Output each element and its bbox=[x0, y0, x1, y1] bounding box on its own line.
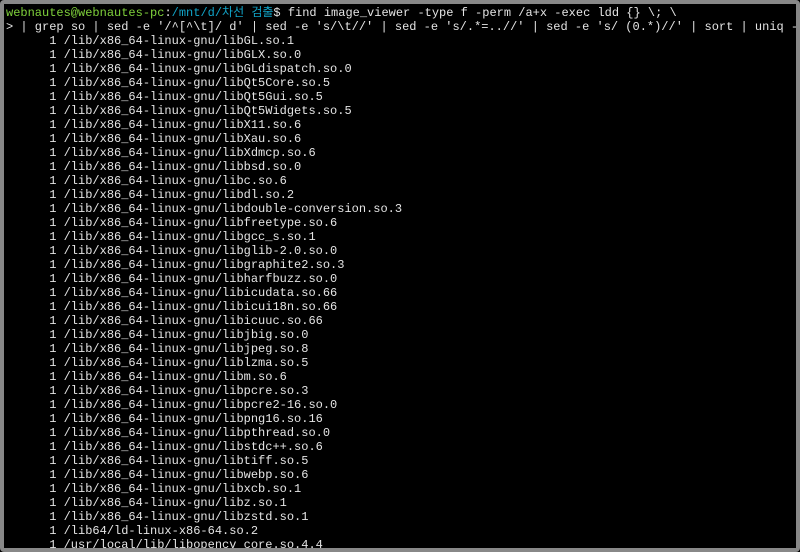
output-line: 1 /lib64/ld-linux-x86-64.so.2 bbox=[6, 524, 794, 538]
output-line: 1 /lib/x86_64-linux-gnu/libpng16.so.16 bbox=[6, 412, 794, 426]
output-line: 1 /lib/x86_64-linux-gnu/libpcre.so.3 bbox=[6, 384, 794, 398]
output-line: 1 /lib/x86_64-linux-gnu/libXdmcp.so.6 bbox=[6, 146, 794, 160]
output-line: 1 /lib/x86_64-linux-gnu/libgraphite2.so.… bbox=[6, 258, 794, 272]
output-line: 1 /lib/x86_64-linux-gnu/libzstd.so.1 bbox=[6, 510, 794, 524]
output-line: 1 /lib/x86_64-linux-gnu/libjbig.so.0 bbox=[6, 328, 794, 342]
output-line: 1 /usr/local/lib/libopencv_core.so.4.4 bbox=[6, 538, 794, 552]
output-line: 1 /lib/x86_64-linux-gnu/libGL.so.1 bbox=[6, 34, 794, 48]
command-text bbox=[281, 6, 288, 20]
output-line: 1 /lib/x86_64-linux-gnu/libfreetype.so.6 bbox=[6, 216, 794, 230]
prompt-line-2: > | grep so | sed -e '/^[^\t]/ d' | sed … bbox=[6, 20, 794, 34]
output-line: 1 /lib/x86_64-linux-gnu/libm.so.6 bbox=[6, 370, 794, 384]
output-line: 1 /lib/x86_64-linux-gnu/libpthread.so.0 bbox=[6, 426, 794, 440]
output-line: 1 /lib/x86_64-linux-gnu/libXau.so.6 bbox=[6, 132, 794, 146]
output-line: 1 /lib/x86_64-linux-gnu/liblzma.so.5 bbox=[6, 356, 794, 370]
command-text-value: find image_viewer -type f -perm /a+x -ex… bbox=[288, 6, 677, 20]
output-line: 1 /lib/x86_64-linux-gnu/libGLX.so.0 bbox=[6, 48, 794, 62]
output-line: 1 /lib/x86_64-linux-gnu/libbsd.so.0 bbox=[6, 160, 794, 174]
continuation-command: | grep so | sed -e '/^[^\t]/ d' | sed -e… bbox=[13, 20, 800, 34]
output-line: 1 /lib/x86_64-linux-gnu/libdl.so.2 bbox=[6, 188, 794, 202]
terminal-window[interactable]: webnautes@webnautes-pc:/mnt/d/차선 검출$ fin… bbox=[0, 0, 800, 552]
output-line: 1 /lib/x86_64-linux-gnu/libicudata.so.66 bbox=[6, 286, 794, 300]
prompt-symbol: $ bbox=[273, 6, 280, 20]
output-line: 1 /lib/x86_64-linux-gnu/libjpeg.so.8 bbox=[6, 342, 794, 356]
output-line: 1 /lib/x86_64-linux-gnu/libxcb.so.1 bbox=[6, 482, 794, 496]
output-line: 1 /lib/x86_64-linux-gnu/libstdc++.so.6 bbox=[6, 440, 794, 454]
output-line: 1 /lib/x86_64-linux-gnu/libc.so.6 bbox=[6, 174, 794, 188]
output-line: 1 /lib/x86_64-linux-gnu/libQt5Gui.so.5 bbox=[6, 90, 794, 104]
output-line: 1 /lib/x86_64-linux-gnu/libdouble-conver… bbox=[6, 202, 794, 216]
output-line: 1 /lib/x86_64-linux-gnu/libharfbuzz.so.0 bbox=[6, 272, 794, 286]
prompt-sep: : bbox=[164, 6, 171, 20]
command-output: 1 /lib/x86_64-linux-gnu/libGL.so.1 1 /li… bbox=[6, 34, 794, 552]
output-line: 1 /lib/x86_64-linux-gnu/libQt5Core.so.5 bbox=[6, 76, 794, 90]
output-line: 1 /lib/x86_64-linux-gnu/libGLdispatch.so… bbox=[6, 62, 794, 76]
output-line: 1 /lib/x86_64-linux-gnu/libwebp.so.6 bbox=[6, 468, 794, 482]
prompt-line-1: webnautes@webnautes-pc:/mnt/d/차선 검출$ fin… bbox=[6, 6, 794, 20]
output-line: 1 /lib/x86_64-linux-gnu/libicuuc.so.66 bbox=[6, 314, 794, 328]
output-line: 1 /lib/x86_64-linux-gnu/libQt5Widgets.so… bbox=[6, 104, 794, 118]
output-line: 1 /lib/x86_64-linux-gnu/libX11.so.6 bbox=[6, 118, 794, 132]
output-line: 1 /lib/x86_64-linux-gnu/libgcc_s.so.1 bbox=[6, 230, 794, 244]
output-line: 1 /lib/x86_64-linux-gnu/libz.so.1 bbox=[6, 496, 794, 510]
output-line: 1 /lib/x86_64-linux-gnu/libicui18n.so.66 bbox=[6, 300, 794, 314]
prompt-user: webnautes@webnautes-pc bbox=[6, 6, 164, 20]
output-line: 1 /lib/x86_64-linux-gnu/libpcre2-16.so.0 bbox=[6, 398, 794, 412]
output-line: 1 /lib/x86_64-linux-gnu/libglib-2.0.so.0 bbox=[6, 244, 794, 258]
output-line: 1 /lib/x86_64-linux-gnu/libtiff.so.5 bbox=[6, 454, 794, 468]
prompt-cwd: /mnt/d/차선 검출 bbox=[172, 6, 274, 20]
